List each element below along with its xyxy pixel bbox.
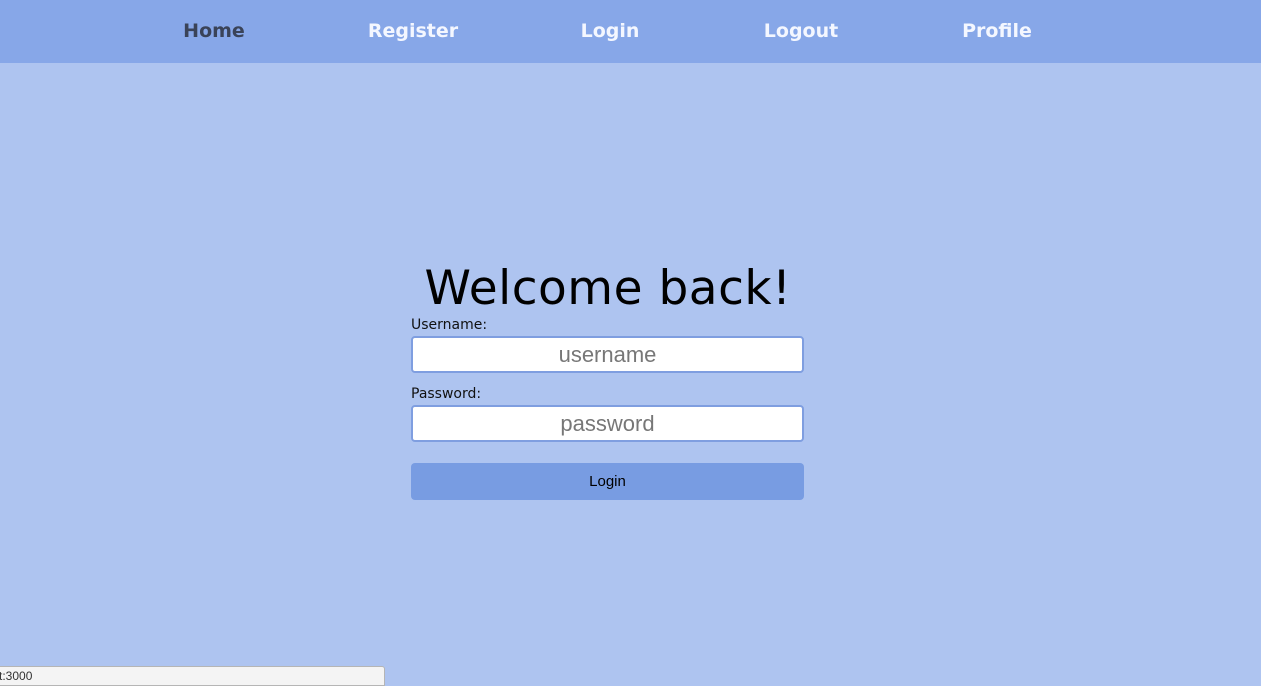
navbar: Home Register Login Logout Profile (0, 0, 1261, 63)
nav-home-link[interactable]: Home (183, 0, 245, 63)
login-button[interactable]: Login (411, 463, 804, 500)
nav-profile-link[interactable]: Profile (962, 0, 1032, 63)
status-url: st:3000 (0, 669, 33, 683)
login-form: Username: Password: Login (411, 316, 804, 500)
username-group: Username: (411, 316, 804, 373)
nav-register-link[interactable]: Register (368, 0, 458, 63)
username-input[interactable] (411, 336, 804, 373)
nav-login-link[interactable]: Login (581, 0, 640, 63)
nav-logout-link[interactable]: Logout (764, 0, 838, 63)
status-bar: st:3000 (0, 666, 385, 686)
password-label: Password: (411, 386, 482, 402)
password-input[interactable] (411, 405, 804, 442)
page-title: Welcome back! (424, 261, 792, 317)
username-label: Username: (411, 317, 488, 333)
password-group: Password: (411, 385, 804, 442)
